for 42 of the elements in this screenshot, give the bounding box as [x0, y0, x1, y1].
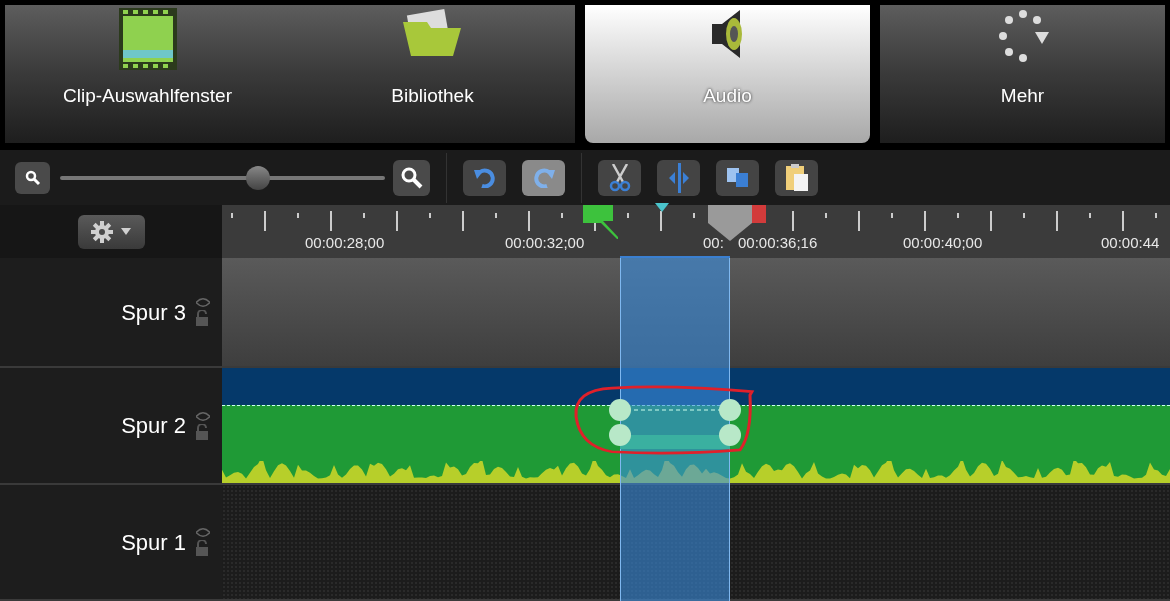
zoom-in-button[interactable] [393, 159, 430, 196]
eye-icon [196, 298, 210, 307]
cut-button[interactable] [598, 159, 641, 196]
unlocked-padlock-icon [196, 423, 208, 440]
slider-thumb[interactable] [246, 165, 271, 190]
marker-triangle [655, 203, 669, 212]
settings-dropdown-button[interactable] [77, 214, 145, 249]
unlocked-padlock-icon [196, 540, 208, 556]
tab[interactable]: Bibliothek [290, 5, 575, 143]
eye-icon [196, 528, 210, 537]
paste-button[interactable] [775, 159, 818, 196]
time-label: 00: [703, 233, 724, 253]
undo-icon [473, 167, 496, 188]
gear-icon [91, 220, 113, 243]
film-icon [118, 8, 177, 70]
time-label: 00:00:28;00 [305, 233, 385, 253]
split-button[interactable] [657, 159, 700, 196]
in-point-marker [583, 205, 619, 239]
track-name: Spur 2 [121, 412, 186, 440]
tab[interactable]: Mehr [880, 5, 1165, 143]
zoom-slider[interactable] [60, 165, 385, 190]
redo-icon [532, 167, 555, 188]
unlocked-padlock-icon [196, 310, 208, 326]
time-label: 00:00:40;00 [903, 233, 983, 253]
track-name: Spur 3 [121, 298, 186, 327]
caret-icon [121, 228, 131, 235]
time-label: 00:00:36;16 [738, 233, 818, 253]
zoom-out-button[interactable] [15, 161, 50, 194]
scissors-icon [608, 163, 631, 192]
search-icon [399, 165, 424, 190]
clipboard-icon [784, 163, 809, 192]
audio-clip[interactable] [222, 405, 1170, 483]
time-label: 00:00:32;00 [505, 233, 585, 253]
eye-icon [196, 411, 210, 421]
time-label: 00:00:44 [1101, 233, 1160, 253]
tab[interactable]: Clip-Auswahlfenster [5, 5, 290, 143]
out-point-marker [752, 205, 766, 223]
search-icon [24, 169, 41, 186]
copy-button[interactable] [716, 159, 759, 196]
track-name: Spur 1 [121, 528, 186, 557]
undo-button[interactable] [463, 159, 506, 196]
copy-icon [725, 166, 750, 189]
